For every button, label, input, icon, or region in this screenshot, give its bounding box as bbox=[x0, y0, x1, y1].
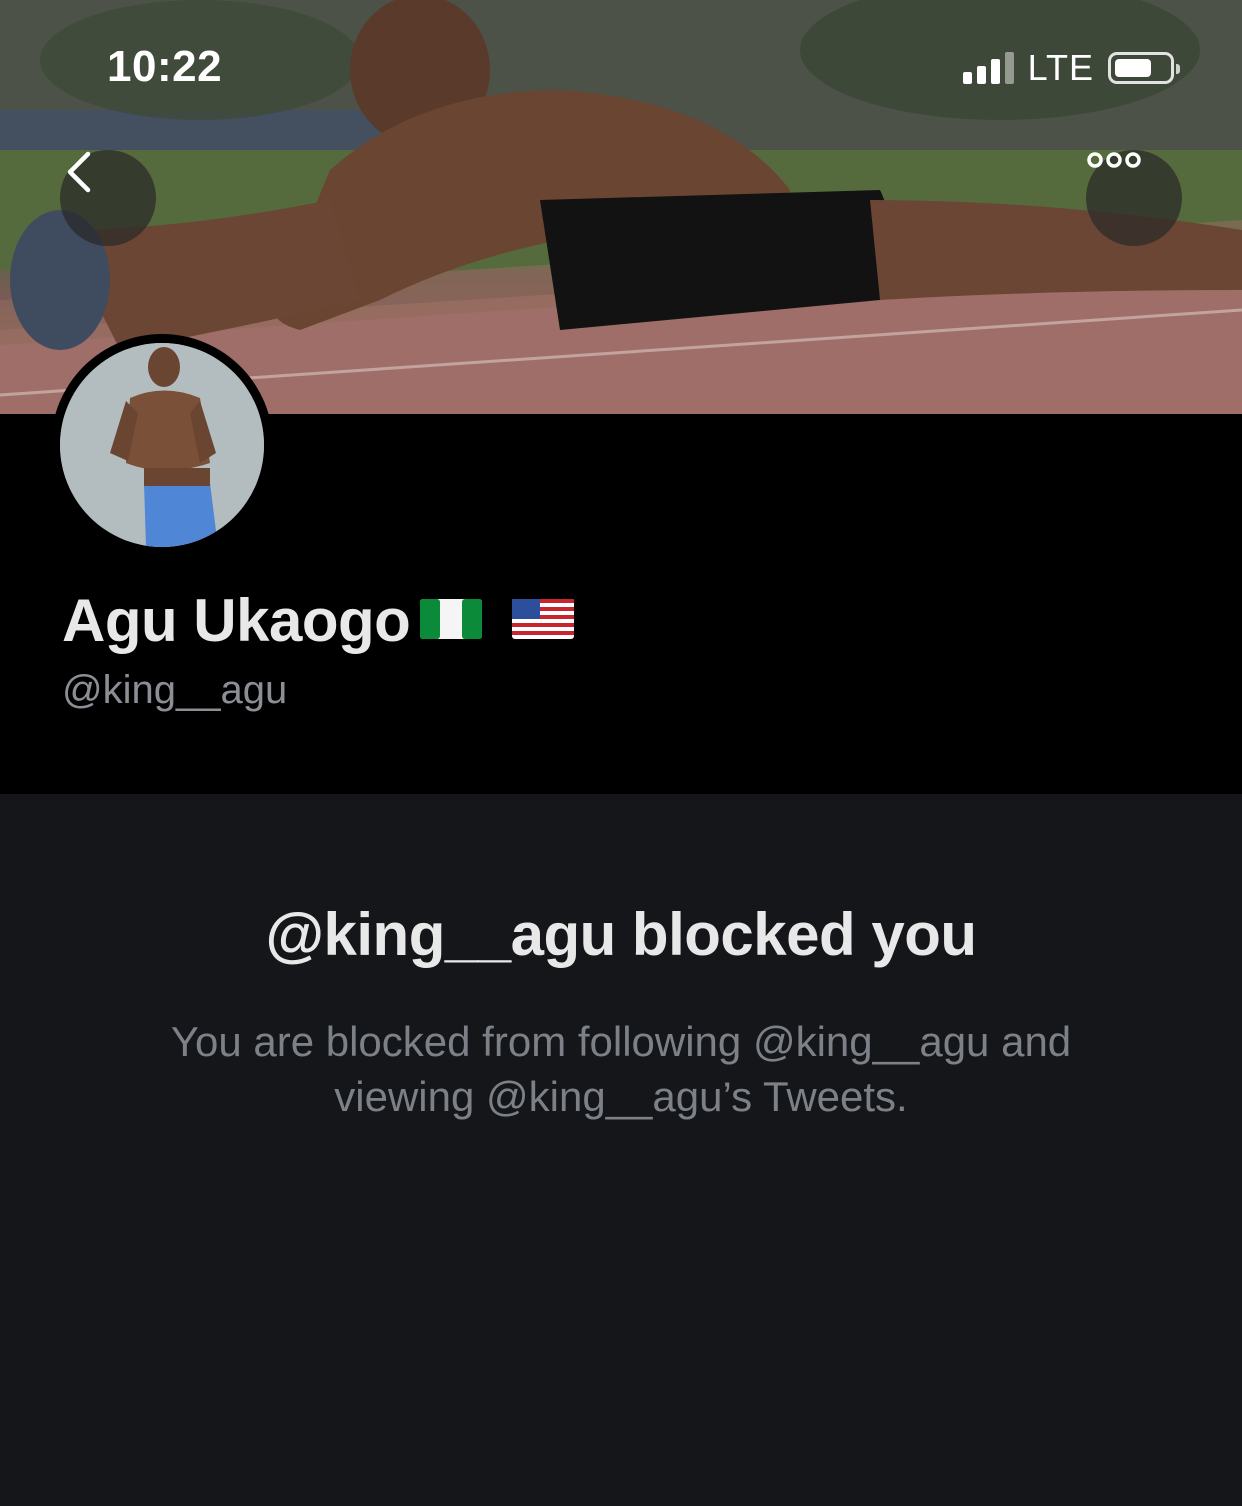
display-name: Agu Ukaogo bbox=[62, 586, 575, 655]
profile-screen: 10:22 LTE Agu Ukaogo @king__agu @king__a… bbox=[0, 0, 1242, 1506]
blocked-description-line: viewing @king__agu’s Tweets. bbox=[334, 1073, 908, 1120]
status-time: 10:22 bbox=[107, 42, 223, 91]
back-button[interactable] bbox=[60, 150, 156, 246]
battery-icon bbox=[1108, 52, 1180, 84]
more-horizontal-icon bbox=[1087, 152, 1141, 168]
display-name-text: Agu Ukaogo bbox=[62, 587, 411, 654]
network-type-label: LTE bbox=[1027, 47, 1094, 88]
blocked-description-line: You are blocked from following @king__ag… bbox=[170, 1018, 1072, 1065]
blocked-description: You are blocked from following @king__ag… bbox=[100, 1014, 1142, 1124]
blocked-title: @king__agu blocked you bbox=[265, 901, 978, 968]
nigeria-flag-icon bbox=[420, 586, 483, 655]
status-indicators: LTE bbox=[962, 46, 1180, 90]
profile-handle: @king__agu bbox=[62, 668, 288, 712]
chevron-left-icon bbox=[67, 151, 91, 193]
more-options-button[interactable] bbox=[1086, 150, 1182, 246]
usa-flag-icon bbox=[512, 586, 575, 655]
avatar[interactable] bbox=[60, 343, 264, 547]
avatar-photo bbox=[60, 343, 264, 547]
cellular-signal-icon bbox=[962, 52, 1014, 84]
